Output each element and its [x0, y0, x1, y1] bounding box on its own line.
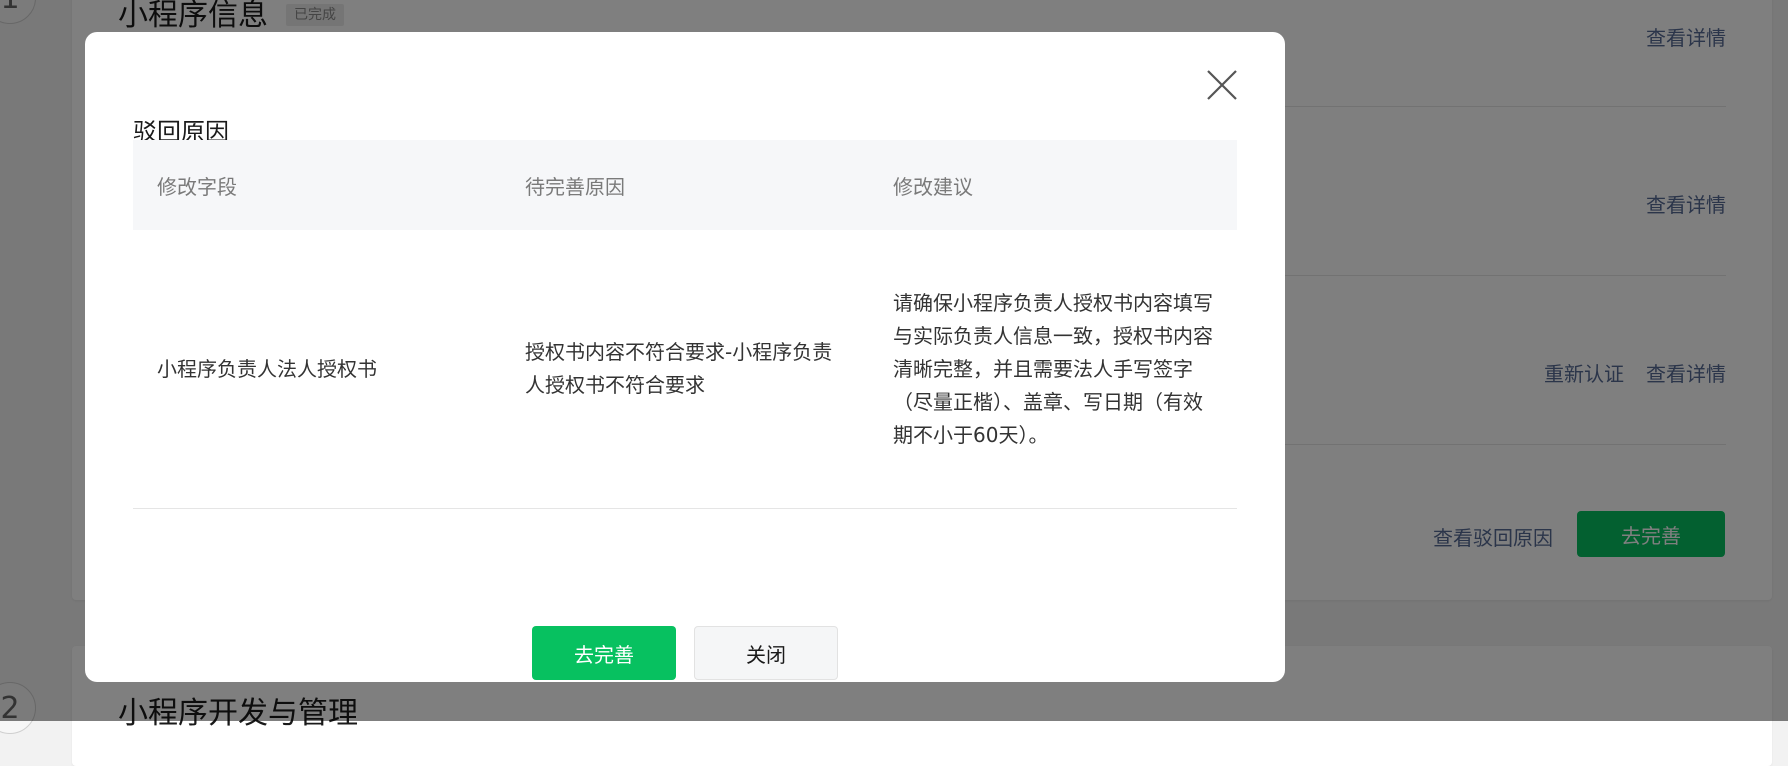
header-suggestion: 修改建议: [893, 174, 973, 199]
cell-reason: 授权书内容不符合要求-小程序负责人授权书不符合要求: [525, 230, 845, 508]
header-field: 修改字段: [157, 174, 237, 199]
reject-reason-dialog: 驳回原因 修改字段 待完善原因 修改建议 小程序负责人法人授权书 授权书内容不符…: [85, 32, 1285, 682]
header-reason: 待完善原因: [525, 174, 625, 199]
suggestion-text: 请确保小程序负责人授权书内容填写与实际负责人信息一致，授权书内容清晰完整，并且需…: [893, 290, 1213, 447]
field-text: 小程序负责人法人授权书: [157, 356, 377, 381]
reason-text: 授权书内容不符合要求-小程序负责人授权书不符合要求: [525, 340, 833, 397]
reject-reason-table: 修改字段 待完善原因 修改建议 小程序负责人法人授权书 授权书内容不符合要求-小…: [133, 140, 1237, 509]
cell-suggestion: 请确保小程序负责人授权书内容填写与实际负责人信息一致，授权书内容清晰完整，并且需…: [893, 230, 1213, 508]
complete-button[interactable]: 去完善: [532, 626, 676, 680]
close-button[interactable]: [1205, 68, 1239, 102]
cell-field: 小程序负责人法人授权书: [157, 230, 487, 508]
close-icon: [1207, 70, 1237, 100]
table-header: 修改字段 待完善原因 修改建议: [133, 140, 1237, 230]
table-row: 小程序负责人法人授权书 授权书内容不符合要求-小程序负责人授权书不符合要求 请确…: [133, 230, 1237, 509]
close-dialog-button[interactable]: 关闭: [694, 626, 838, 680]
